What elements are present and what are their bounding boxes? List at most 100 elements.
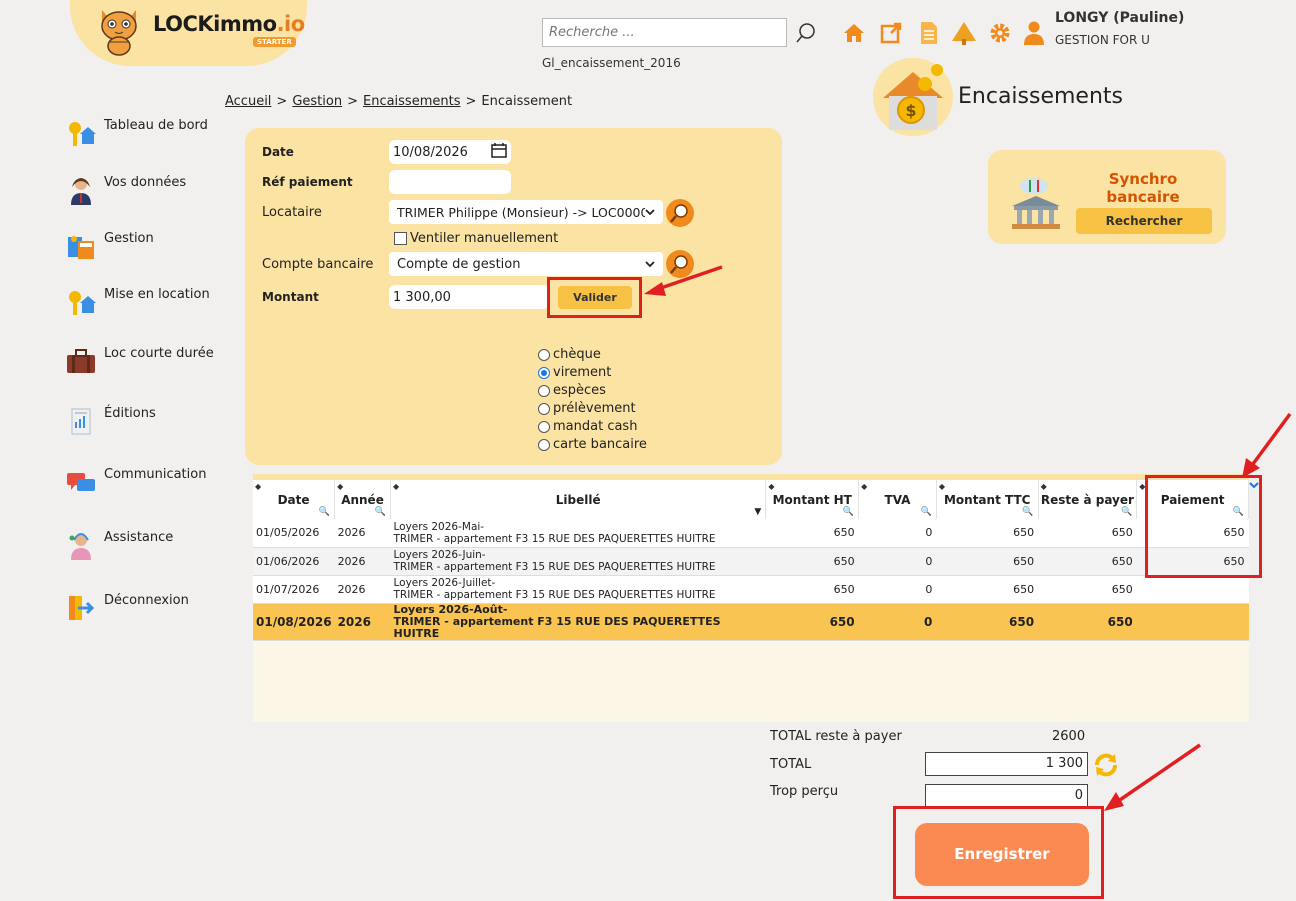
payment-method-prelevement[interactable]: prélèvement: [538, 401, 636, 416]
logo-text[interactable]: LOCKimmo.io: [153, 12, 305, 36]
breadcrumb: Accueil > Gestion > Encaissements > Enca…: [225, 94, 572, 109]
tree-icon[interactable]: [951, 20, 977, 46]
sidebar-item-communication[interactable]: Communication: [66, 467, 206, 497]
payment-method-mandat-cash[interactable]: mandat cash: [538, 419, 637, 434]
table-row-selected[interactable]: 01/08/2026 2026 Loyers 2026-Août- TRIMER …: [253, 603, 1249, 641]
radio[interactable]: [538, 438, 550, 451]
invoices-table-container: ◆ Date 🔍 ◆ Année 🔍 ◆ Libellé ▼ ◆ Montant HT 🔍 ◆ T…: [253, 474, 1249, 722]
cell-paiement[interactable]: [1136, 575, 1249, 604]
trop-percu-input[interactable]: 0: [925, 784, 1088, 808]
locataire-search-button[interactable]: [666, 199, 694, 227]
table-row[interactable]: 01/06/2026 2026 Loyers 2026-Juin- TRIMER …: [253, 547, 1249, 576]
cell-montant-ht: 650: [765, 547, 859, 576]
person-icon: [66, 175, 96, 205]
column-header-montant-ht[interactable]: ◆ Montant HT 🔍: [765, 477, 860, 519]
ventiler-checkbox-row[interactable]: Ventiler manuellement: [394, 231, 558, 246]
ref-label: Réf paiement: [262, 175, 353, 189]
annotation-arrow: [644, 265, 723, 296]
payment-method-especes[interactable]: espèces: [538, 383, 606, 398]
plan-badge: STARTER: [253, 37, 296, 47]
column-header-date[interactable]: ◆ Date 🔍: [253, 477, 336, 519]
sidebar-item-label: Mise en location: [104, 287, 210, 302]
cell-date: 01/06/2026: [253, 547, 335, 576]
cell-montant-ht: 650: [765, 603, 859, 641]
date-label: Date: [262, 145, 294, 159]
sidebar-item-vos-donnees[interactable]: Vos données: [66, 175, 186, 205]
ventiler-checkbox[interactable]: [394, 232, 407, 245]
sidebar-item-assistance[interactable]: Assistance: [66, 530, 173, 560]
payment-method-cheque[interactable]: chèque: [538, 347, 601, 362]
sidebar-item-loc-courte-duree[interactable]: Loc courte durée: [66, 346, 214, 376]
document-icon[interactable]: [916, 20, 942, 46]
cell-reste: 650: [1038, 575, 1137, 604]
breadcrumb-current: Encaissement: [481, 94, 573, 109]
compte-label: Compte bancaire: [262, 257, 374, 272]
cell-montant-ht: 650: [765, 519, 859, 548]
user-name[interactable]: LONGY (Pauline): [1055, 10, 1184, 26]
breadcrumb-encaissements[interactable]: Encaissements: [363, 94, 461, 109]
sidebar-item-mise-en-location[interactable]: Mise en location: [66, 287, 210, 317]
annotation-arrow: [1242, 412, 1292, 478]
cell-tva: 0: [858, 519, 937, 548]
search-icon: [670, 204, 688, 223]
cell-tva: 0: [858, 547, 937, 576]
radio[interactable]: [538, 348, 550, 361]
sync-search-button[interactable]: Rechercher: [1076, 208, 1212, 234]
montant-label: Montant: [262, 290, 319, 304]
keys-house-icon: [66, 287, 96, 317]
filter-search-icon: 🔍: [1121, 507, 1133, 517]
column-header-tva[interactable]: ◆ TVA 🔍: [858, 477, 937, 519]
annotation-arrow: [1104, 743, 1201, 811]
sidebar-item-gestion[interactable]: Gestion: [66, 231, 154, 261]
calendar-icon[interactable]: [491, 142, 507, 162]
breadcrumb-gestion[interactable]: Gestion: [292, 94, 342, 109]
compte-select[interactable]: Compte de gestion: [389, 252, 663, 276]
radio-selected[interactable]: [538, 366, 550, 379]
total-input[interactable]: 1 300: [925, 752, 1088, 776]
payment-method-virement[interactable]: virement: [538, 365, 611, 380]
column-header-montant-ttc[interactable]: ◆ Montant TTC 🔍: [936, 477, 1039, 519]
home-icon[interactable]: [841, 20, 867, 46]
cell-libelle: Loyers 2026-Mai- TRIMER - appartement F3 …: [390, 519, 766, 548]
column-header-annee[interactable]: ◆ Année 🔍: [334, 477, 391, 519]
radio[interactable]: [538, 384, 550, 397]
enregistrer-button[interactable]: Enregistrer: [915, 823, 1089, 886]
locataire-select[interactable]: TRIMER Philippe (Monsieur) -> LOC0000: [389, 200, 663, 224]
user-company: GESTION FOR U: [1055, 33, 1150, 47]
locataire-label: Locataire: [262, 205, 322, 220]
breadcrumb-accueil[interactable]: Accueil: [225, 94, 271, 109]
cell-tva: 0: [858, 575, 937, 604]
cell-montant-ttc: 650: [936, 519, 1039, 548]
sidebar-item-editions[interactable]: Éditions: [66, 406, 156, 436]
column-header-libelle[interactable]: ◆ Libellé ▼: [390, 477, 767, 519]
breadcrumb-separator: >: [465, 94, 477, 109]
calculator-icon: [66, 231, 96, 261]
radio[interactable]: [538, 402, 550, 415]
search-input[interactable]: [542, 18, 787, 47]
file-name: Gl_encaissement_2016: [542, 56, 681, 70]
search-button[interactable]: [790, 18, 822, 47]
payment-method-label: mandat cash: [553, 419, 638, 434]
cell-paiement[interactable]: [1136, 603, 1249, 641]
sidebar-item-tableau-de-bord[interactable]: Tableau de bord: [66, 118, 208, 148]
column-header-reste[interactable]: ◆ Reste à payer 🔍: [1038, 477, 1138, 519]
external-link-icon[interactable]: [878, 20, 904, 46]
radio[interactable]: [538, 420, 550, 433]
payment-method-label: prélèvement: [553, 401, 636, 416]
payment-method-carte-bancaire[interactable]: carte bancaire: [538, 437, 647, 452]
table-row[interactable]: 01/07/2026 2026 Loyers 2026-Juillet- TRIM…: [253, 575, 1249, 604]
cat-mascot-icon: [96, 6, 142, 56]
montant-input[interactable]: 1 300,00: [389, 285, 549, 309]
cell-tva: 0: [858, 603, 937, 641]
cell-date: 01/07/2026: [253, 575, 335, 604]
sidebar-item-deconnexion[interactable]: Déconnexion: [66, 593, 189, 623]
keys-house-icon: [66, 118, 96, 148]
date-field[interactable]: 10/08/2026: [389, 140, 511, 164]
cell-annee: 2026: [334, 519, 391, 548]
ref-payment-input[interactable]: [389, 170, 511, 194]
table-row[interactable]: 01/05/2026 2026 Loyers 2026-Mai- TRIMER -…: [253, 519, 1249, 548]
valider-button[interactable]: Valider: [558, 286, 632, 309]
user-icon[interactable]: [1021, 20, 1047, 46]
cell-annee: 2026: [334, 603, 391, 641]
gear-icon[interactable]: [987, 20, 1013, 46]
